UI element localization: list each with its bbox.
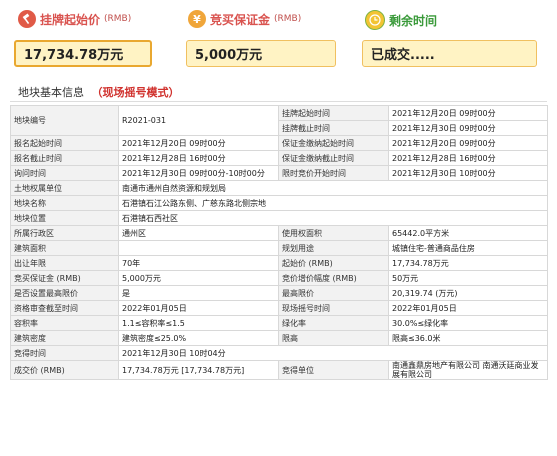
field-label: 竞得时间 <box>10 345 119 361</box>
field-value: 70年 <box>118 255 279 271</box>
table-row: 出让年限 70年 起始价 (RMB) 17,734.78万元 <box>10 255 548 271</box>
section-title: 地块基本信息 （现场摇号模式） <box>18 84 180 100</box>
table-row: 土地权属单位 南通市通州自然资源和规划局 <box>10 180 548 196</box>
start-price-unit: (RMB) <box>104 14 132 24</box>
field-value: 2021年12月20日 09时00分 <box>118 135 279 151</box>
field-value: 17,734.78万元 [17,734.78万元] <box>118 360 279 380</box>
field-label: 竞价增价幅度 (RMB) <box>278 270 389 286</box>
field-value: 2021年12月30日 10时00分 <box>388 165 548 181</box>
field-label: 起始价 (RMB) <box>278 255 389 271</box>
field-label: 使用权面积 <box>278 225 389 241</box>
start-price-label-row: 挂牌起始价 (RMB) <box>18 10 131 28</box>
field-label: 限时竞价开始时间 <box>278 165 389 181</box>
field-value: 17,734.78万元 <box>388 255 548 271</box>
field-label: 资格审查截至时间 <box>10 300 119 316</box>
section-divider <box>10 101 547 102</box>
table-row: 询问时间 2021年12月30日 09时00分-10时00分 限时竞价开始时间 202… <box>10 165 548 181</box>
field-label: 挂牌起始时间 <box>278 105 389 121</box>
table-row: 地块编号 R2021-031 挂牌起始时间 2021年12月20日 09时00分 <box>10 105 548 136</box>
table-row: 是否设置最高限价是最高限价 20,319.74 (万元) <box>10 285 548 301</box>
field-label: 询问时间 <box>10 165 119 181</box>
table-row: 资格审查截至时间 2022年01月05日 现场摇号时间 2022年01月05日 <box>10 300 548 316</box>
field-value: 2021年12月20日 09时00分 <box>388 105 548 121</box>
table-row: 报名起始时间 2021年12月20日 09时00分 保证金缴纳起始时间 2021年12… <box>10 135 548 151</box>
field-label: 保证金缴纳起始时间 <box>278 135 389 151</box>
field-label: 是否设置最高限价 <box>10 285 119 301</box>
start-price-label: 挂牌起始价 <box>40 12 101 27</box>
field-label: 限高 <box>278 330 389 346</box>
field-label: 地块位置 <box>10 210 119 226</box>
table-row: 成交价 (RMB) 17,734.78万元 [17,734.78万元] 竞得单位 南通… <box>10 360 548 380</box>
field-value: 2022年01月05日 <box>118 300 279 316</box>
table-row: 竞得时间 2021年12月30日 10时04分 <box>10 345 548 361</box>
field-value: 65442.0平方米 <box>388 225 548 241</box>
field-value: 2021年12月20日 09时00分 <box>388 135 548 151</box>
clock-icon <box>365 10 385 30</box>
field-label: 出让年限 <box>10 255 119 271</box>
table-row: 所属行政区 通州区 使用权面积 65442.0平方米 <box>10 225 548 241</box>
field-value: 5,000万元 <box>118 270 279 286</box>
field-value: 建筑密度≤25.0% <box>118 330 279 346</box>
field-label: 保证金缴纳截止时间 <box>278 150 389 166</box>
field-value: 通州区 <box>118 225 279 241</box>
field-value: 南通鑫鼎房地产有限公司 南通沃廷商业发展有限公司 <box>388 360 548 380</box>
field-value: 2021年12月30日 10时04分 <box>118 345 548 361</box>
time-left-label: 剩余时间 <box>389 13 438 28</box>
field-label: 竞买保证金 (RMB) <box>10 270 119 286</box>
table-row: 报名截止时间 2021年12月28日 16时00分 保证金缴纳截止时间 2021年12… <box>10 150 548 166</box>
field-label: 成交价 (RMB) <box>10 360 119 380</box>
field-value: 1.1≤容积率≤1.5 <box>118 315 279 331</box>
field-label: 报名截止时间 <box>10 150 119 166</box>
time-left-value: 已成交..... <box>362 40 537 67</box>
price-summary: 挂牌起始价 (RMB) ¥ 竞买保证金 (RMB) 剩余时间 17,734.78… <box>0 0 557 80</box>
field-label: 建筑密度 <box>10 330 119 346</box>
field-value <box>118 240 279 256</box>
section-mode: （现场摇号模式） <box>91 86 180 99</box>
field-label: 绿化率 <box>278 315 389 331</box>
time-left-label-row: 剩余时间 <box>365 10 437 30</box>
field-value: R2021-031 <box>118 105 279 136</box>
deposit-unit: (RMB) <box>274 14 302 24</box>
table-row: 建筑密度 建筑密度≤25.0% 限高 限高≤36.0米 <box>10 330 548 346</box>
table-row: 容积率 1.1≤容积率≤1.5 绿化率 30.0%≤绿化率 <box>10 315 548 331</box>
field-label: 地块编号 <box>10 105 119 136</box>
start-price-value: 17,734.78万元 <box>14 40 152 67</box>
field-value: 50万元 <box>388 270 548 286</box>
field-value: 2021年12月30日 09时00分 <box>388 120 548 136</box>
field-value: 30.0%≤绿化率 <box>388 315 548 331</box>
field-label: 地块名称 <box>10 195 119 211</box>
field-value: 2021年12月28日 16时00分 <box>388 150 548 166</box>
field-value: 城镇住宅-普通商品住房 <box>388 240 548 256</box>
field-label: 最高限价 <box>278 285 389 301</box>
section-title-text: 地块基本信息 <box>18 86 84 99</box>
field-value: 石港镇石西社区 <box>118 210 548 226</box>
field-value: 石港镇石江公路东侧、广慈东路北侧宗地 <box>118 195 548 211</box>
deposit-label: 竞买保证金 <box>210 12 271 27</box>
hammer-icon <box>18 10 36 28</box>
field-label: 所属行政区 <box>10 225 119 241</box>
field-value: 南通市通州自然资源和规划局 <box>118 180 548 196</box>
table-row: 建筑面积 规划用途 城镇住宅-普通商品住房 <box>10 240 548 256</box>
field-label: 现场摇号时间 <box>278 300 389 316</box>
field-value: 是 <box>118 285 279 301</box>
field-label: 容积率 <box>10 315 119 331</box>
field-label: 规划用途 <box>278 240 389 256</box>
field-value: 2021年12月30日 09时00分-10时00分 <box>118 165 279 181</box>
field-value: 2021年12月28日 16时00分 <box>118 150 279 166</box>
deposit-value: 5,000万元 <box>186 40 336 67</box>
table-row: 地块名称 石港镇石江公路东侧、广慈东路北侧宗地 <box>10 195 548 211</box>
field-value: 限高≤36.0米 <box>388 330 548 346</box>
field-value: 20,319.74 (万元) <box>388 285 548 301</box>
money-bag-icon: ¥ <box>188 10 206 28</box>
field-label: 土地权属单位 <box>10 180 119 196</box>
deposit-label-row: ¥ 竞买保证金 (RMB) <box>188 10 301 28</box>
land-info-table: 地块编号 R2021-031 挂牌起始时间 2021年12月20日 09时00分 挂牌截… <box>10 105 548 380</box>
field-label: 报名起始时间 <box>10 135 119 151</box>
field-label: 挂牌截止时间 <box>278 120 389 136</box>
field-label: 建筑面积 <box>10 240 119 256</box>
table-row: 地块位置 石港镇石西社区 <box>10 210 548 226</box>
table-row: 竞买保证金 (RMB) 5,000万元 竞价增价幅度 (RMB) 50万元 <box>10 270 548 286</box>
field-value: 2022年01月05日 <box>388 300 548 316</box>
field-label: 竞得单位 <box>278 360 389 380</box>
